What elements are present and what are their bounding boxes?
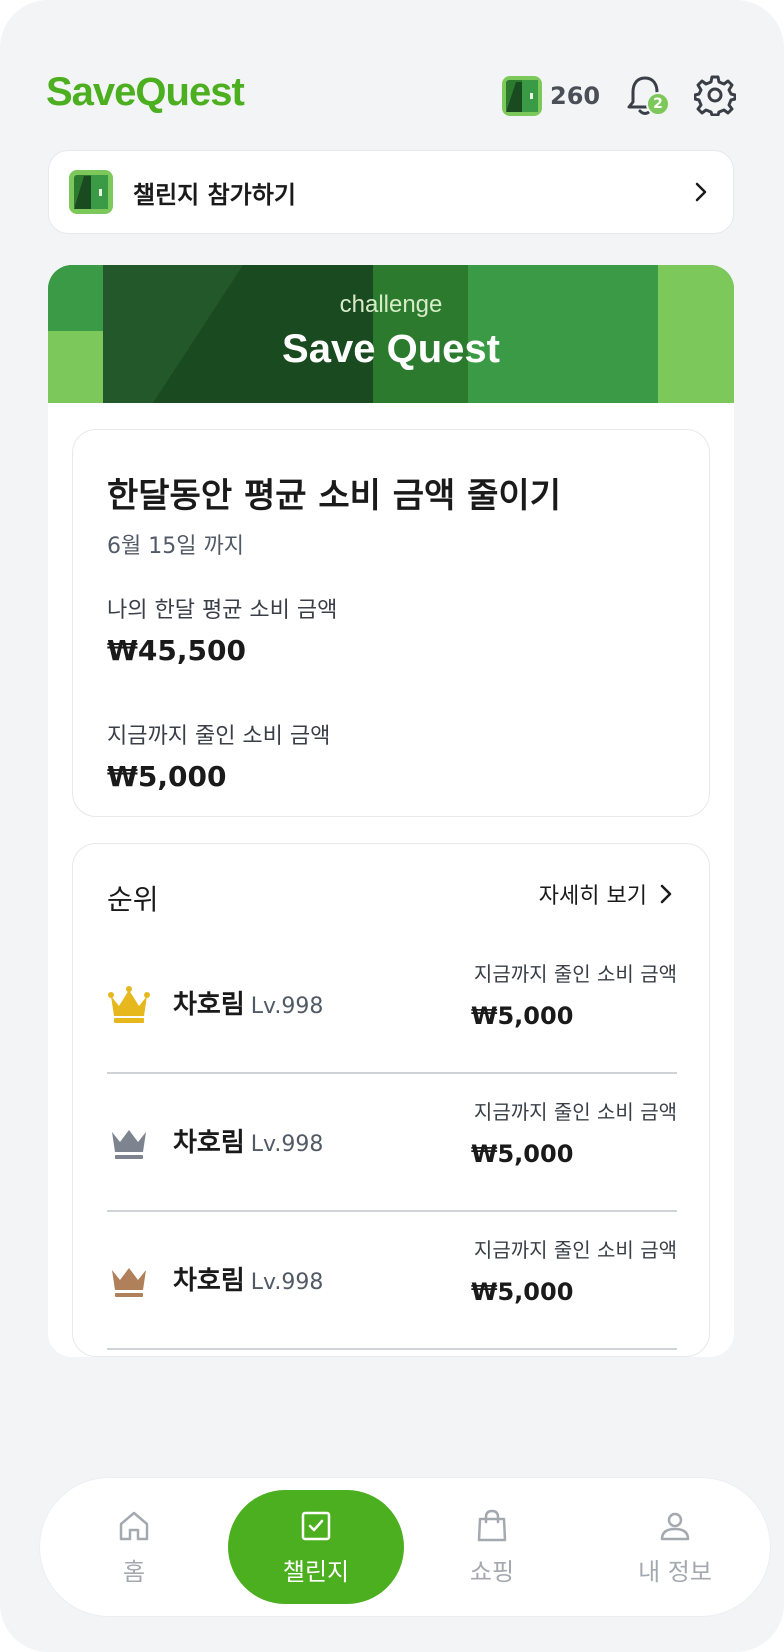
banner-title: Save Quest (282, 327, 500, 371)
checkbox-icon (301, 1511, 331, 1540)
tab-my-info[interactable]: 내 정보 (580, 1478, 770, 1616)
saved-spending-label: 지금까지 줄인 소비 금액 (107, 724, 331, 749)
ranking-row[interactable]: 차호림 Lv.998 지금까지 줄인 소비 금액 ₩5,000 (107, 936, 677, 1074)
banner-subtitle: challenge (339, 291, 443, 318)
rank-saved-value: ₩5,000 (471, 1140, 574, 1168)
rank-saved-label: 지금까지 줄인 소비 금액 (473, 1100, 677, 1124)
gold-crown-icon (108, 986, 150, 1023)
ranking-row[interactable]: 차호림 Lv.998 지금까지 줄인 소비 금액 ₩5,000 (107, 1212, 677, 1350)
avg-spending-label: 나의 한달 평균 소비 금액 (107, 598, 338, 623)
door-icon (502, 76, 542, 116)
ranking-title: 순위 (107, 883, 159, 916)
challenge-deadline: 6월 15일 까지 (107, 534, 244, 559)
challenge-title: 한달동안 평균 소비 금액 줄이기 (107, 476, 561, 516)
gear-icon[interactable] (694, 74, 736, 116)
rank-user-level: Lv.998 (250, 994, 324, 1019)
tab-home[interactable]: 홈 (40, 1478, 228, 1616)
tab-challenge[interactable]: 챌린지 (228, 1490, 404, 1604)
points-value: 260 (550, 82, 601, 110)
rank-user-name: 차호림 (173, 1128, 245, 1158)
tab-shopping-label: 쇼핑 (469, 1557, 515, 1586)
tab-shopping[interactable]: 쇼핑 (404, 1478, 580, 1616)
join-challenge-label: 챌린지 참가하기 (133, 180, 296, 209)
chevron-right-icon (695, 182, 707, 202)
notification-badge: 2 (646, 92, 670, 116)
rank-user-name: 차호림 (173, 1266, 245, 1296)
rank-saved-value: ₩5,000 (471, 1278, 574, 1306)
rank-user-level: Lv.998 (250, 1270, 324, 1295)
ranking-card: 순위 자세히 보기 차호림 Lv.998 지금까지 줄인 소비 금액 ₩5,000 (72, 843, 710, 1357)
bronze-crown-icon (112, 1268, 146, 1297)
challenge-info-card: 한달동안 평균 소비 금액 줄이기 6월 15일 까지 나의 한달 평균 소비 … (72, 429, 710, 817)
silver-crown-icon (112, 1130, 146, 1159)
shopping-bag-icon (477, 1509, 507, 1541)
rank-saved-label: 지금까지 줄인 소비 금액 (473, 962, 677, 986)
tab-challenge-label: 챌린지 (282, 1557, 350, 1586)
saved-spending-value: ₩5,000 (107, 760, 227, 793)
ranking-row[interactable]: 차호림 Lv.998 지금까지 줄인 소비 금액 ₩5,000 (107, 1074, 677, 1212)
tab-home-label: 홈 (122, 1557, 146, 1586)
home-icon (119, 1511, 149, 1540)
points-display[interactable]: 260 (502, 76, 600, 116)
rank-saved-label: 지금까지 줄인 소비 금액 (473, 1238, 677, 1262)
challenge-card: challenge Save Quest 한달동안 평균 소비 금액 줄이기 6… (48, 265, 734, 1357)
bottom-nav: 홈 챌린지 쇼핑 내 정보 (40, 1478, 770, 1616)
rank-user-level: Lv.998 (250, 1132, 324, 1157)
person-icon (660, 1512, 690, 1540)
app-screen: SaveQuest 260 2 챌린지 참가하기 challenge Save … (0, 0, 784, 1652)
rank-user-name: 차호림 (173, 990, 245, 1020)
app-logo: SaveQuest (46, 70, 245, 114)
tab-my-info-label: 내 정보 (638, 1557, 712, 1586)
chevron-right-icon (660, 884, 672, 904)
rank-saved-value: ₩5,000 (471, 1002, 574, 1030)
ranking-more-link[interactable]: 자세히 보기 (539, 878, 675, 910)
avg-spending-value: ₩45,500 (107, 634, 246, 667)
door-icon (69, 170, 113, 214)
join-challenge-button[interactable]: 챌린지 참가하기 (48, 150, 734, 234)
ranking-more-label: 자세히 보기 (538, 884, 647, 909)
